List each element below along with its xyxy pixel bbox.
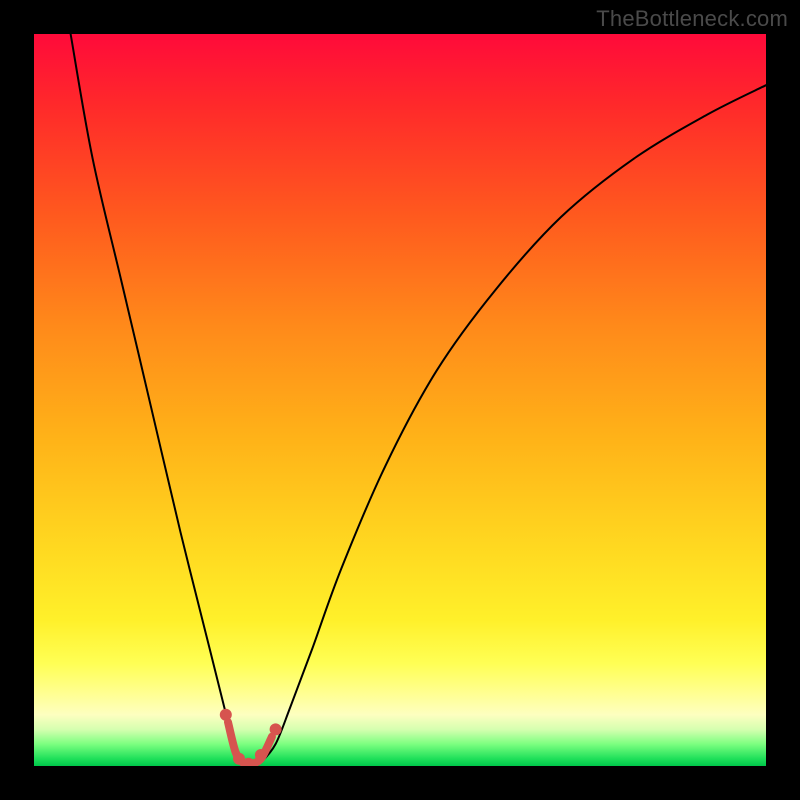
bottleneck-curve [71, 34, 766, 766]
plot-area [34, 34, 766, 766]
critical-point [255, 749, 267, 761]
critical-point [270, 723, 282, 735]
critical-point [220, 709, 232, 721]
bottleneck-curve-svg [34, 34, 766, 766]
chart-frame: TheBottleneck.com [0, 0, 800, 800]
attribution-label: TheBottleneck.com [596, 6, 788, 32]
